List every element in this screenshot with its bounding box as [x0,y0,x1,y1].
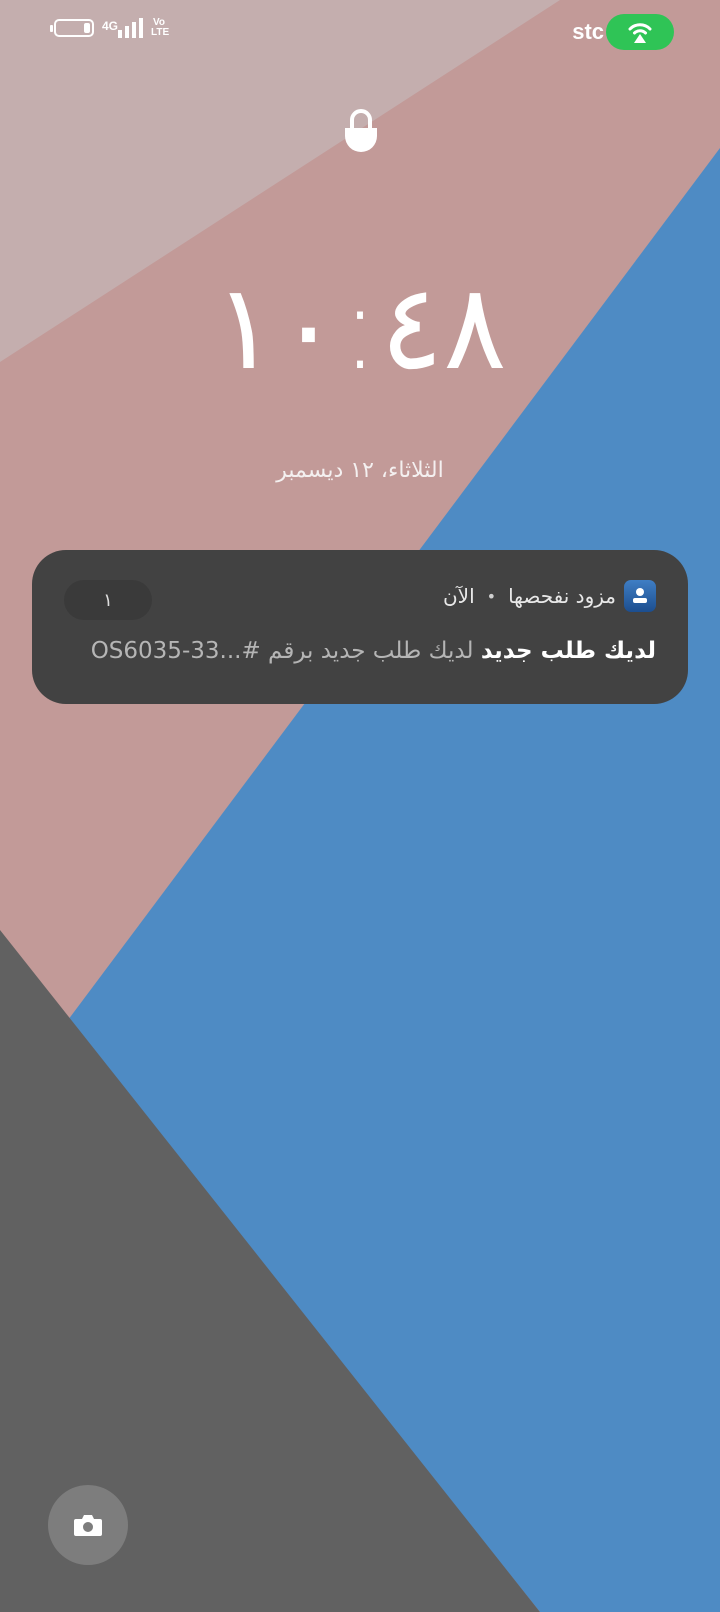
camera-shortcut-button[interactable] [48,1485,128,1565]
wallpaper [0,0,720,1612]
notification-time: الآن [442,584,475,608]
lockscreen-clock: ١٠:٤٨ [213,258,507,396]
camera-icon [74,1515,102,1536]
status-icons-right: stc [572,14,674,50]
lock-icon[interactable] [343,108,379,152]
signal-bars-icon [118,18,144,38]
notification-card[interactable]: مزود نفحصها • الآن ١ لديك طلب جديد لديك … [32,550,688,704]
separator-dot: • [486,586,497,606]
hotspot-indicator[interactable] [606,14,674,50]
notification-app-name: مزود نفحصها [508,584,616,608]
lockscreen-date: الثلاثاء، ١٢ ديسمبر [276,458,444,483]
notification-title: لديك طلب جديد [480,638,656,664]
notification-body: لديك طلب جديد لديك طلب جديد برقم #...OS6… [56,638,656,664]
signal-group: 4G [102,18,144,38]
battery-icon [50,19,94,37]
notification-header: مزود نفحصها • الآن [443,580,656,612]
status-icons-left: 4G Vo LTE [50,17,170,38]
volte-label: Vo LTE [151,17,170,38]
carrier-name: stc [572,19,604,44]
status-bar: 4G Vo LTE stc [0,0,720,64]
app-logo-icon [624,580,656,612]
notification-count-badge[interactable]: ١ [64,580,152,620]
network-type-label: 4G [102,19,119,33]
hotspot-icon [628,23,652,43]
notification-text: لديك طلب جديد برقم #...OS6035-33 [90,638,474,664]
